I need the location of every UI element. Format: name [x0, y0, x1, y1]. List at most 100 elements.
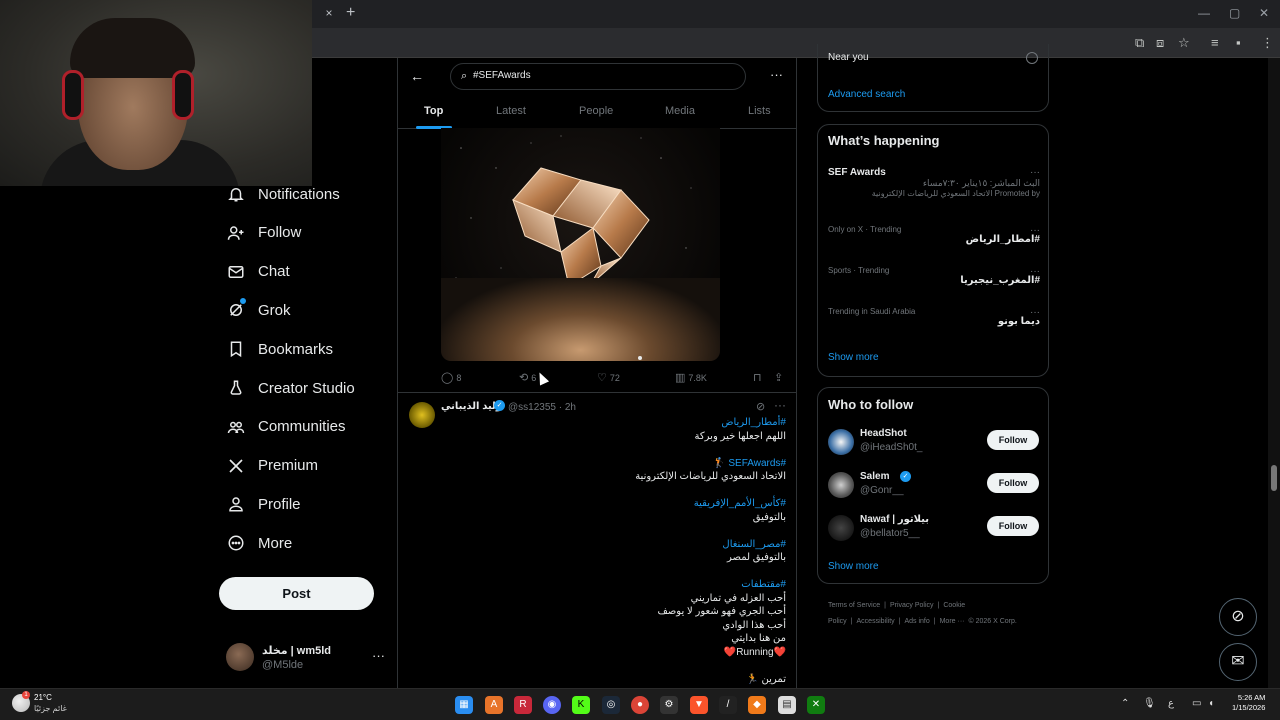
chrome-icon[interactable]: ●: [631, 696, 649, 714]
follow-suggestion[interactable]: Salem ✓ @Gonr__ Follow: [828, 470, 1040, 502]
app-icon[interactable]: /: [719, 696, 737, 714]
like-button[interactable]: ♡ 72: [597, 371, 620, 384]
start-button-icon[interactable]: ▦: [455, 696, 473, 714]
app-icon[interactable]: A: [485, 696, 503, 714]
search-options-icon[interactable]: ···: [770, 67, 783, 82]
language-indicator[interactable]: ع: [1168, 698, 1174, 709]
trend-more-icon[interactable]: ···: [1030, 167, 1040, 178]
reply-button[interactable]: ◯ 8: [441, 371, 461, 384]
avatar[interactable]: [828, 429, 854, 455]
avatar[interactable]: [409, 402, 435, 428]
grok-icon[interactable]: ⊘: [756, 400, 765, 413]
sidebar-item-bookmarks[interactable]: Bookmarks: [226, 331, 333, 367]
sidebar-item-premium[interactable]: Premium: [226, 448, 318, 484]
tab-media[interactable]: Media: [665, 105, 695, 117]
account-switcher[interactable]: مخلد | wm5ld @M5lde ···: [226, 643, 386, 675]
weather-temperature[interactable]: 21°C: [34, 693, 52, 702]
hashtag-link[interactable]: #كأس_الأمم_الإفريقية: [438, 497, 786, 511]
post-button[interactable]: Post: [219, 577, 374, 610]
follow-suggestion[interactable]: Nawaf | بيلاتور @bellator5__ Follow: [828, 513, 1040, 545]
trend-item[interactable]: Sports · Trending ··· #المغرب_نيجيريا: [828, 266, 1040, 286]
hashtag-link[interactable]: #SEFAwards 🏌: [438, 457, 786, 471]
tab-latest[interactable]: Latest: [496, 105, 526, 117]
tweet[interactable]: وليد الذيباني ✓ @ss12355 · 2h ⊘ ··· #أمط…: [398, 394, 796, 688]
search-input[interactable]: #SEFAwards: [473, 70, 531, 81]
media-controls-icon[interactable]: ≡: [1211, 35, 1219, 50]
follow-button[interactable]: Follow: [987, 473, 1039, 493]
cast-icon[interactable]: ⧉: [1135, 35, 1144, 51]
tab-top[interactable]: Top: [424, 105, 443, 117]
brave-icon[interactable]: ▼: [690, 696, 708, 714]
messages-float-button[interactable]: ✉: [1219, 643, 1257, 681]
new-tab-button[interactable]: +: [346, 4, 355, 22]
kick-icon[interactable]: K: [572, 696, 590, 714]
tweet-author-handle[interactable]: @ss12355 · 2h: [508, 402, 576, 413]
scrollbar[interactable]: [1268, 58, 1280, 688]
footer-link[interactable]: Ads info: [904, 618, 929, 625]
tweet-more-icon[interactable]: ···: [774, 398, 786, 412]
browser-menu-icon[interactable]: ⋮: [1261, 35, 1274, 51]
sidebar-item-profile[interactable]: Profile: [226, 486, 301, 522]
views-button[interactable]: ▥ 7.8K: [675, 371, 707, 384]
xbox-icon[interactable]: ✕: [807, 696, 825, 714]
show-more-trends-link[interactable]: Show more: [828, 352, 879, 363]
sidebar-item-creator-studio[interactable]: Creator Studio: [226, 370, 355, 406]
steam-icon[interactable]: ◎: [602, 696, 620, 714]
footer-link[interactable]: Terms of Service: [828, 602, 880, 609]
volume-icon[interactable]: ◖: [1208, 698, 1214, 709]
tab-people[interactable]: People: [579, 105, 613, 117]
back-arrow-icon[interactable]: ←: [410, 68, 424, 84]
minimize-button[interactable]: —: [1198, 6, 1210, 20]
file-explorer-icon[interactable]: ▤: [778, 696, 796, 714]
tweet-media-video[interactable]: [441, 128, 720, 361]
tab-close-button[interactable]: ×: [322, 6, 336, 20]
trend-item[interactable]: Only on X · Trending ··· #امطار_الرياض: [828, 225, 1040, 245]
sidebar-item-communities[interactable]: Communities: [226, 409, 346, 445]
maximize-button[interactable]: ▢: [1229, 6, 1240, 20]
show-more-follow-link[interactable]: Show more: [828, 561, 879, 572]
sidebar-item-more[interactable]: More: [226, 525, 292, 561]
translate-icon[interactable]: ⧈: [1156, 35, 1164, 51]
avatar[interactable]: [828, 472, 854, 498]
trend-more-icon[interactable]: ···: [1030, 225, 1040, 236]
sidebar-item-chat[interactable]: Chat: [226, 254, 290, 290]
follow-suggestion[interactable]: HeadShot @iHeadSh0t_ Follow: [828, 427, 1040, 459]
hashtag-link[interactable]: #مصر_السنغال: [438, 538, 786, 552]
footer-link[interactable]: Accessibility: [857, 618, 895, 625]
tab-lists[interactable]: Lists: [748, 105, 771, 117]
footer-link[interactable]: Privacy Policy: [890, 602, 934, 609]
follow-button[interactable]: Follow: [987, 516, 1039, 536]
share-button[interactable]: ⇪: [774, 371, 786, 384]
bookmark-button[interactable]: ⊓: [753, 371, 765, 384]
trend-more-icon[interactable]: ···: [1030, 266, 1040, 277]
display-icon[interactable]: ▭: [1192, 698, 1201, 709]
footer-link[interactable]: © 2026 X Corp.: [968, 618, 1016, 625]
hashtag-link[interactable]: #أمطار_الرياض: [438, 416, 786, 430]
scrollbar-thumb[interactable]: [1271, 465, 1277, 491]
weather-description[interactable]: غائم جزئيًا: [34, 704, 67, 713]
microphone-icon[interactable]: 🎙: [1143, 698, 1156, 709]
sidebar-item-follow[interactable]: Follow: [226, 215, 301, 251]
trend-more-icon[interactable]: ···: [1030, 307, 1040, 318]
more-icon[interactable]: ···: [372, 648, 385, 663]
hashtag-link[interactable]: #مقتطفات: [438, 578, 786, 592]
profile-icon[interactable]: ▪: [1236, 35, 1241, 50]
app-icon[interactable]: R: [514, 696, 532, 714]
app-icon[interactable]: ◆: [748, 696, 766, 714]
star-icon[interactable]: ☆: [1178, 35, 1190, 51]
tray-overflow-icon[interactable]: ⌃: [1121, 698, 1129, 709]
retweet-button[interactable]: ⟲ 6: [519, 371, 536, 384]
settings-icon[interactable]: ⚙: [660, 696, 678, 714]
avatar[interactable]: [828, 515, 854, 541]
search-box[interactable]: ⌕ #SEFAwards: [450, 63, 746, 90]
grok-float-button[interactable]: ⊘: [1219, 598, 1257, 636]
trend-item-promoted[interactable]: SEF Awards ··· البث المباشر: ١٥يناير ٧:٣…: [828, 167, 1040, 198]
discord-icon[interactable]: ◉: [543, 696, 561, 714]
footer-link[interactable]: More ···: [940, 618, 965, 625]
close-window-button[interactable]: ✕: [1259, 6, 1269, 20]
follow-button[interactable]: Follow: [987, 430, 1039, 450]
system-clock[interactable]: 5:26 AM 1/15/2026: [1232, 693, 1265, 713]
sidebar-item-grok[interactable]: Grok: [226, 292, 291, 328]
trend-item[interactable]: Trending in Saudi Arabia ··· ديما بونو: [828, 307, 1040, 327]
tweet-author-name[interactable]: وليد الذيباني: [441, 401, 502, 412]
